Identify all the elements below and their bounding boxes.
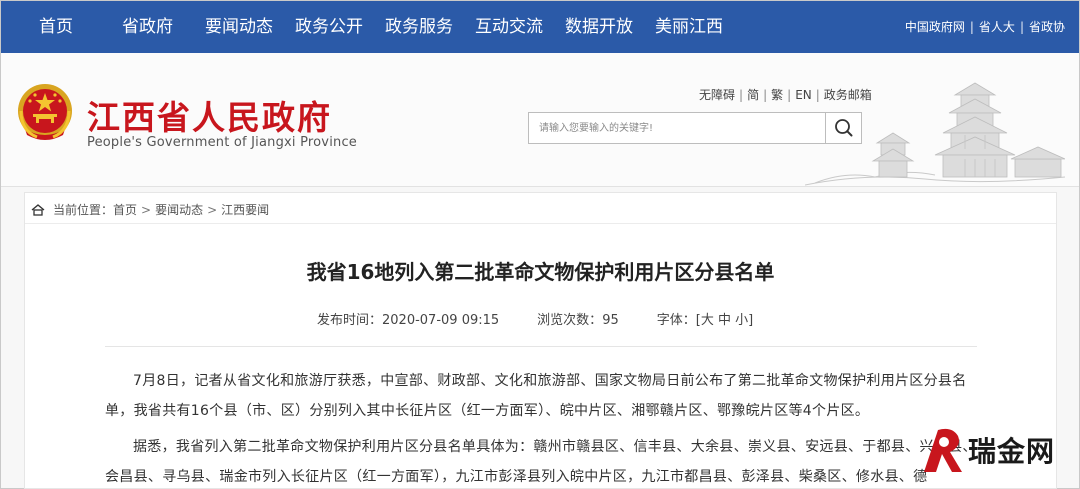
font-size-large[interactable]: [大 xyxy=(696,313,714,328)
home-icon xyxy=(31,203,45,216)
font-size-label: 字体： xyxy=(656,313,696,328)
breadcrumb-separator: > xyxy=(141,202,152,217)
pavilion-illustration-icon xyxy=(805,82,1065,186)
site-title: 江西省人民政府 xyxy=(87,98,332,137)
font-size-small[interactable]: 小] xyxy=(735,313,753,328)
publish-label: 发布时间： xyxy=(317,313,383,328)
main-nav: 首页 省政府 要闻动态 政务公开 政务服务 互动交流 数据开放 美丽江西 xyxy=(1,1,761,53)
link-accessibility[interactable]: 无障碍 xyxy=(699,88,735,102)
site-subtitle: People's Government of Jiangxi Province xyxy=(87,135,357,150)
nav-item-beautiful-jiangxi[interactable]: 美丽江西 xyxy=(655,1,723,53)
link-provincial-congress[interactable]: 省人大 xyxy=(979,20,1015,34)
national-emblem-icon[interactable] xyxy=(13,81,77,145)
search-input[interactable] xyxy=(529,113,827,143)
nav-item-open-data[interactable]: 数据开放 xyxy=(565,1,633,53)
breadcrumb: 当前位置： 首页 > 要闻动态 > 江西要闻 xyxy=(31,201,269,218)
divider xyxy=(105,346,977,347)
breadcrumb-separator: > xyxy=(207,202,218,217)
top-navigation-bar: 首页 省政府 要闻动态 政务公开 政务服务 互动交流 数据开放 美丽江西 中国政… xyxy=(1,1,1079,53)
nav-item-government-affairs[interactable]: 政务公开 xyxy=(295,1,363,53)
nav-item-provincial-government[interactable]: 省政府 xyxy=(122,1,173,53)
article-card: 当前位置： 首页 > 要闻动态 > 江西要闻 我省16地列入第二批革命文物保护利… xyxy=(24,192,1057,489)
separator: | xyxy=(969,20,974,34)
views-count: 95 xyxy=(602,313,619,328)
divider xyxy=(25,223,1056,224)
separator: | xyxy=(763,88,768,102)
breadcrumb-news[interactable]: 要闻动态 xyxy=(155,201,203,218)
nav-item-home[interactable]: 首页 xyxy=(39,1,73,53)
article-title: 我省16地列入第二批革命文物保护利用片区分县名单 xyxy=(306,260,775,284)
link-china-government[interactable]: 中国政府网 xyxy=(905,20,965,34)
nav-item-news[interactable]: 要闻动态 xyxy=(205,1,273,53)
views-label: 浏览次数： xyxy=(537,313,603,328)
watermark-text: 瑞金网 xyxy=(968,435,1056,468)
separator: | xyxy=(787,88,792,102)
breadcrumb-home[interactable]: 首页 xyxy=(113,201,137,218)
separator: | xyxy=(739,88,744,102)
publish-time: 2020-07-09 09:15 xyxy=(382,313,500,328)
nav-item-interaction[interactable]: 互动交流 xyxy=(475,1,543,53)
site-header: 江西省人民政府 People's Government of Jiangxi P… xyxy=(1,53,1079,187)
link-traditional-chinese[interactable]: 繁 xyxy=(771,88,783,102)
external-links: 中国政府网 | 省人大 | 省政协 xyxy=(905,1,1065,53)
article-meta: 发布时间：2020-07-09 09:15 浏览次数：95 字体：[大 中 小] xyxy=(317,309,753,328)
breadcrumb-label: 当前位置： xyxy=(53,203,114,217)
breadcrumb-jiangxi-news[interactable]: 江西要闻 xyxy=(221,201,269,218)
link-simplified-chinese[interactable]: 简 xyxy=(747,88,759,102)
nav-item-government-services[interactable]: 政务服务 xyxy=(385,1,453,53)
separator: | xyxy=(1019,20,1024,34)
link-provincial-cppcc[interactable]: 省政协 xyxy=(1029,20,1065,34)
article-paragraph: 7月8日，记者从省文化和旅游厅获悉，中宣部、财政部、文化和旅游部、国家文物局日前… xyxy=(105,373,967,419)
font-size-medium[interactable]: 中 xyxy=(718,313,731,328)
article-paragraph: 据悉，我省列入第二批革命文物保护利用片区分县名单具体为：赣州市赣县区、信丰县、大… xyxy=(105,439,977,485)
